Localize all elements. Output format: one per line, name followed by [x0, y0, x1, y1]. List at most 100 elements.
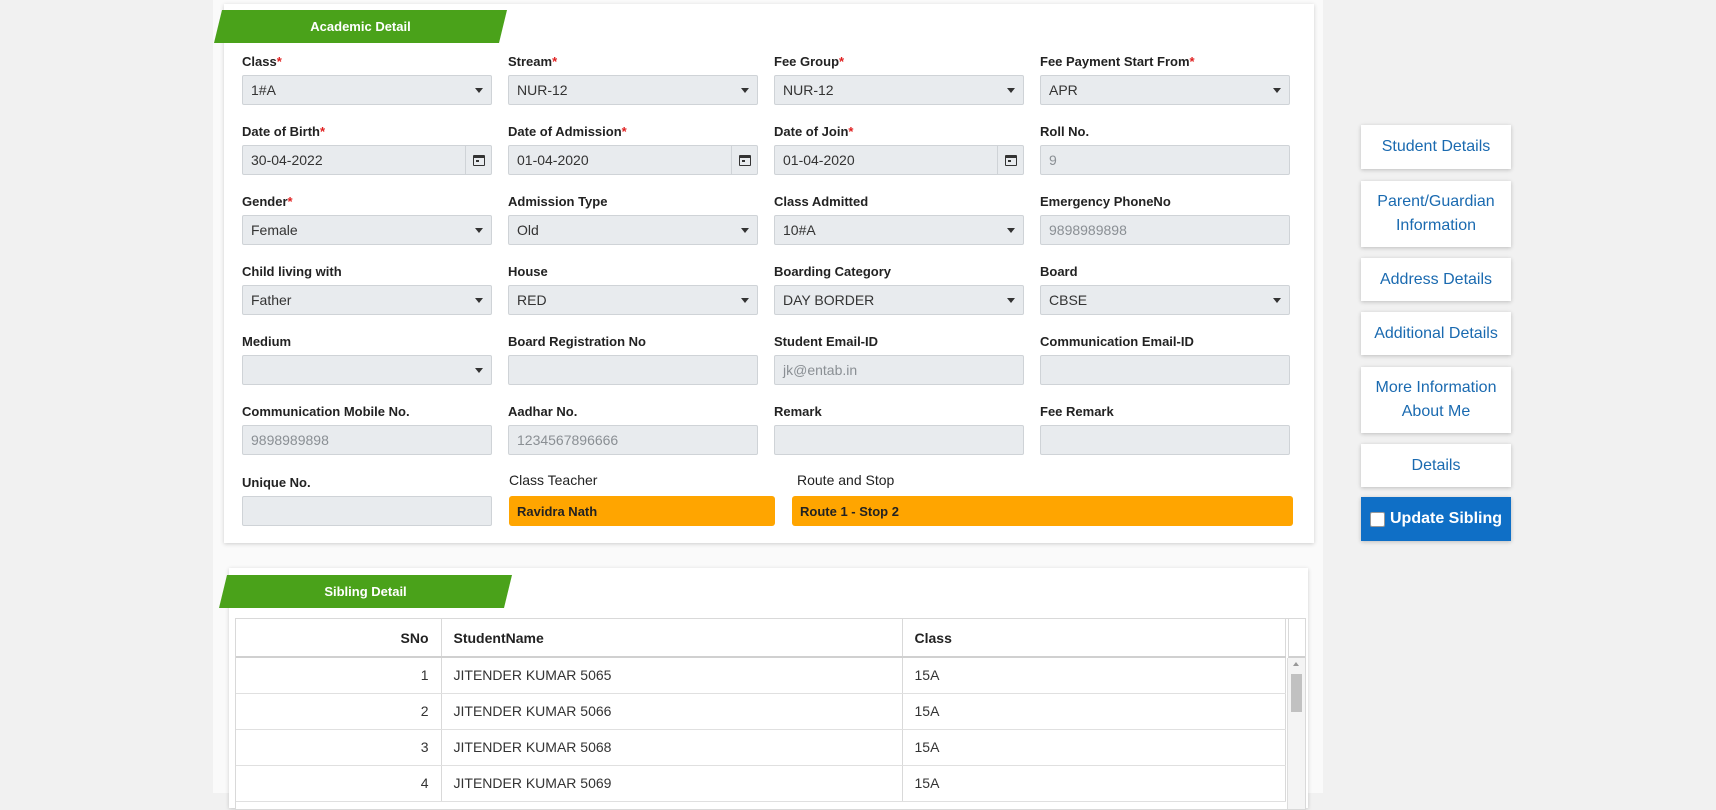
chevron-down-icon	[1007, 228, 1015, 233]
gender-field: Gender* Female	[242, 194, 492, 245]
column-header-studentname[interactable]: StudentName	[441, 619, 903, 658]
stream-label: Stream*	[508, 54, 558, 69]
comm-email-input[interactable]	[1040, 355, 1290, 385]
update-sibling-button[interactable]: Update Sibling	[1361, 497, 1511, 541]
fee-remark-label: Fee Remark	[1040, 404, 1114, 419]
board-label: Board	[1040, 264, 1078, 279]
house-select[interactable]: RED	[508, 285, 758, 315]
child-living-field: Child living with Father	[242, 264, 492, 315]
cell-sno: 3	[236, 729, 442, 766]
update-sibling-label: Update Sibling	[1390, 510, 1502, 527]
address-details-button[interactable]: Address Details	[1361, 258, 1511, 301]
stream-select[interactable]: NUR-12	[508, 75, 758, 105]
doa-input[interactable]: 01-04-2020	[508, 145, 758, 175]
calendar-icon[interactable]	[465, 146, 491, 174]
medium-select[interactable]	[242, 355, 492, 385]
table-header-spacer	[1288, 619, 1305, 658]
route-stop-label: Route and Stop	[797, 472, 895, 488]
more-info-button[interactable]: More Information About Me	[1361, 367, 1511, 433]
house-field: House RED	[508, 264, 758, 315]
doj-label: Date of Join*	[774, 124, 854, 139]
class-teacher-value: Ravidra Nath	[509, 496, 775, 526]
gender-label: Gender*	[242, 194, 293, 209]
medium-field: Medium	[242, 334, 492, 385]
fee-remark-input[interactable]	[1040, 425, 1290, 455]
emergency-phone-field: Emergency PhoneNo 9898989898	[1040, 194, 1290, 245]
cell-studentname: JITENDER KUMAR 5068	[441, 729, 903, 766]
chevron-down-icon	[1273, 88, 1281, 93]
route-stop-value: Route 1 - Stop 2	[792, 496, 1293, 526]
academic-detail-header: Academic Detail	[214, 10, 507, 43]
class-admitted-field: Class Admitted 10#A	[774, 194, 1024, 245]
chevron-down-icon	[741, 228, 749, 233]
remark-input[interactable]	[774, 425, 1024, 455]
parent-guardian-button[interactable]: Parent/Guardian Information	[1361, 181, 1511, 247]
comm-mobile-field: Communication Mobile No. 9898989898	[242, 404, 492, 455]
chevron-down-icon	[741, 88, 749, 93]
boarding-field: Boarding Category DAY BORDER	[774, 264, 1024, 315]
emergency-phone-label: Emergency PhoneNo	[1040, 194, 1171, 209]
student-email-input[interactable]: jk@entab.in	[774, 355, 1024, 385]
remark-field: Remark	[774, 404, 1024, 455]
doj-input[interactable]: 01-04-2020	[774, 145, 1024, 175]
fee-group-field: Fee Group* NUR-12	[774, 54, 1024, 105]
table-row[interactable]: 2 JITENDER KUMAR 5066 15A	[236, 693, 1286, 730]
details-button[interactable]: Details	[1361, 444, 1511, 487]
cell-class: 15A	[902, 729, 1286, 766]
chevron-down-icon	[1007, 88, 1015, 93]
column-header-class[interactable]: Class	[902, 619, 1286, 658]
table-row[interactable]: 3 JITENDER KUMAR 5068 15A	[236, 729, 1286, 766]
calendar-icon[interactable]	[997, 146, 1023, 174]
table-row[interactable]: 4 JITENDER KUMAR 5069 15A	[236, 765, 1286, 802]
board-reg-field: Board Registration No	[508, 334, 758, 385]
cell-sno: 2	[236, 693, 442, 730]
cell-sno: 4	[236, 765, 442, 802]
chevron-down-icon	[1273, 298, 1281, 303]
boarding-select[interactable]: DAY BORDER	[774, 285, 1024, 315]
comm-mobile-label: Communication Mobile No.	[242, 404, 410, 419]
fee-start-select[interactable]: APR	[1040, 75, 1290, 105]
board-select[interactable]: CBSE	[1040, 285, 1290, 315]
fee-group-select[interactable]: NUR-12	[774, 75, 1024, 105]
comm-mobile-input[interactable]: 9898989898	[242, 425, 492, 455]
admission-type-label: Admission Type	[508, 194, 608, 209]
class-admitted-label: Class Admitted	[774, 194, 869, 209]
roll-input[interactable]: 9	[1040, 145, 1290, 175]
table-scrollbar[interactable]	[1287, 658, 1305, 809]
board-reg-label: Board Registration No	[508, 334, 646, 349]
cell-studentname: JITENDER KUMAR 5065	[441, 657, 903, 694]
calendar-icon[interactable]	[731, 146, 757, 174]
unique-no-field: Unique No.	[242, 475, 492, 526]
cell-studentname: JITENDER KUMAR 5069	[441, 765, 903, 802]
student-email-label: Student Email-ID	[774, 334, 879, 349]
boarding-label: Boarding Category	[774, 264, 892, 279]
sibling-table: SNo StudentName Class 1 JITENDER KUMAR 5…	[235, 618, 1306, 810]
unique-no-input[interactable]	[242, 496, 492, 526]
class-field: Class* 1#A	[242, 54, 492, 105]
gender-select[interactable]: Female	[242, 215, 492, 245]
chevron-down-icon	[475, 298, 483, 303]
additional-details-button[interactable]: Additional Details	[1361, 312, 1511, 355]
class-admitted-select[interactable]: 10#A	[774, 215, 1024, 245]
fee-remark-field: Fee Remark	[1040, 404, 1290, 455]
aadhar-input[interactable]: 1234567896666	[508, 425, 758, 455]
update-sibling-checkbox[interactable]	[1370, 511, 1385, 527]
admission-type-field: Admission Type Old	[508, 194, 758, 245]
doj-field: Date of Join* 01-04-2020	[774, 124, 1024, 175]
board-reg-input[interactable]	[508, 355, 758, 385]
scroll-up-arrow-icon[interactable]	[1293, 662, 1299, 666]
aadhar-field: Aadhar No. 1234567896666	[508, 404, 758, 455]
dob-input[interactable]: 30-04-2022	[242, 145, 492, 175]
column-header-sno[interactable]: SNo	[236, 619, 442, 658]
class-select[interactable]: 1#A	[242, 75, 492, 105]
cell-sno: 1	[236, 657, 442, 694]
emergency-phone-input[interactable]: 9898989898	[1040, 215, 1290, 245]
table-row[interactable]: 1 JITENDER KUMAR 5065 15A	[236, 657, 1286, 694]
student-details-button[interactable]: Student Details	[1361, 125, 1511, 169]
admission-type-select[interactable]: Old	[508, 215, 758, 245]
roll-field: Roll No. 9	[1040, 124, 1290, 175]
child-living-select[interactable]: Father	[242, 285, 492, 315]
scrollbar-thumb[interactable]	[1291, 674, 1302, 712]
stream-field: Stream* NUR-12	[508, 54, 758, 105]
fee-start-label: Fee Payment Start From*	[1040, 54, 1195, 69]
